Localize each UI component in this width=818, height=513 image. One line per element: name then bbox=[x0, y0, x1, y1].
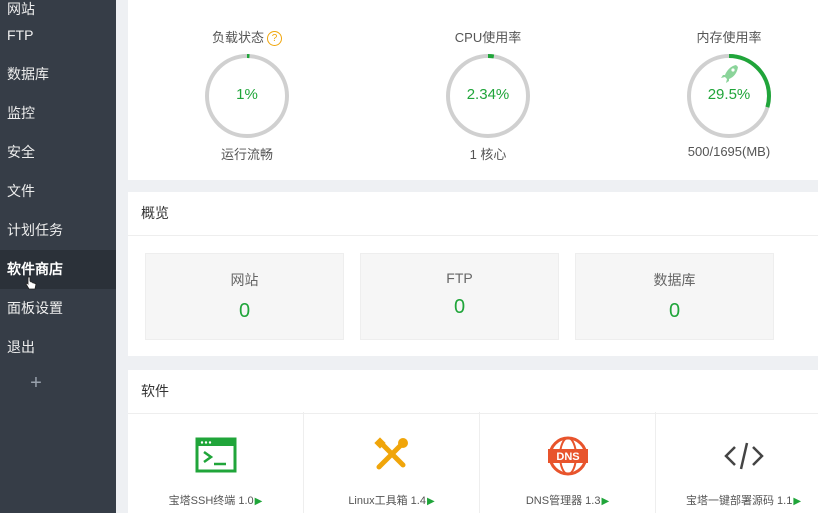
memory-value: 29.5% bbox=[707, 86, 751, 103]
sidebar-item-security[interactable]: 安全 bbox=[0, 133, 116, 172]
sidebar-item-cron[interactable]: 计划任务 bbox=[0, 211, 116, 250]
sidebar-item-monitor[interactable]: 监控 bbox=[0, 94, 116, 133]
stat-value[interactable]: 0 bbox=[361, 296, 558, 319]
memory-detail: 500/1695(MB) bbox=[687, 144, 771, 159]
software-name: Linux工具箱 1.4 bbox=[348, 495, 426, 507]
stat-card-database[interactable]: 数据库 0 bbox=[575, 253, 774, 340]
software-name: 宝塔一键部署源码 1.1 bbox=[685, 495, 793, 507]
memory-usage: 内存使用率 29.5% 500/1695(MB) bbox=[669, 28, 789, 159]
play-icon[interactable]: ▶ bbox=[255, 496, 263, 507]
cpu-usage: CPU使用率 2.34% 1 核心 bbox=[428, 28, 548, 163]
cpu-cores: 1 核心 bbox=[469, 147, 507, 162]
stat-value[interactable]: 0 bbox=[576, 300, 773, 323]
stat-value[interactable]: 0 bbox=[146, 300, 343, 323]
software-name: 宝塔SSH终端 1.0 bbox=[168, 495, 254, 507]
stat-card-website[interactable]: 网站 0 bbox=[145, 253, 344, 340]
sidebar-menu: 网站 FTP 数据库 监控 安全 文件 计划任务 软件商店 面板设置 退出 bbox=[0, 1, 116, 367]
memory-title: 内存使用率 bbox=[696, 30, 762, 45]
sidebar-item-ftp[interactable]: FTP bbox=[0, 16, 116, 55]
svg-text:DNS: DNS bbox=[556, 451, 579, 463]
sidebar: 网站 FTP 数据库 监控 安全 文件 计划任务 软件商店 面板设置 退出 + bbox=[0, 0, 116, 513]
software-item-one-click-deploy[interactable]: 宝塔一键部署源码 1.1▶ bbox=[656, 412, 818, 513]
load-gauge[interactable]: 1% bbox=[203, 52, 291, 140]
software-item-linux-toolbox[interactable]: Linux工具箱 1.4▶ bbox=[304, 412, 480, 513]
stat-label: 网站 bbox=[230, 272, 259, 288]
tools-icon bbox=[373, 437, 408, 470]
overview-panel: 概览 网站 0 FTP 0 数据库 0 bbox=[128, 192, 818, 356]
software-name: DNS管理器 1.3 bbox=[525, 495, 601, 507]
load-value: 1% bbox=[236, 86, 258, 103]
software-title: 软件 bbox=[128, 370, 818, 414]
code-icon bbox=[723, 442, 764, 470]
pointer-cursor-icon bbox=[25, 276, 37, 290]
status-panel: 负载状态? 1% 运行流畅 CPU使用率 2.34% 1 核心 内存使用率 29… bbox=[128, 0, 818, 180]
play-icon[interactable]: ▶ bbox=[601, 496, 609, 507]
main-content: 负载状态? 1% 运行流畅 CPU使用率 2.34% 1 核心 内存使用率 29… bbox=[116, 0, 818, 513]
stat-label: FTP bbox=[446, 270, 473, 286]
stat-card-ftp[interactable]: FTP 0 bbox=[360, 253, 559, 340]
sidebar-item-panel-settings[interactable]: 面板设置 bbox=[0, 289, 116, 328]
overview-title: 概览 bbox=[128, 192, 818, 236]
play-icon[interactable]: ▶ bbox=[427, 496, 435, 507]
stat-label: 数据库 bbox=[653, 272, 696, 288]
rocket-icon bbox=[721, 65, 738, 83]
help-icon[interactable]: ? bbox=[267, 31, 282, 47]
play-icon[interactable]: ▶ bbox=[793, 496, 801, 507]
load-status: 负载状态? 1% 运行流畅 bbox=[187, 28, 307, 163]
sidebar-item-database[interactable]: 数据库 bbox=[0, 55, 116, 94]
dns-icon: DNS bbox=[547, 436, 588, 476]
sidebar-item-website[interactable]: 网站 bbox=[7, 0, 35, 19]
software-item-ssh-terminal[interactable]: 宝塔SSH终端 1.0▶ bbox=[128, 412, 304, 513]
sidebar-item-software-store[interactable]: 软件商店 bbox=[0, 250, 116, 289]
cpu-title: CPU使用率 bbox=[454, 30, 522, 45]
terminal-icon bbox=[195, 437, 236, 473]
cpu-gauge[interactable]: 2.34% bbox=[444, 52, 532, 140]
sidebar-item-files[interactable]: 文件 bbox=[0, 172, 116, 211]
memory-gauge[interactable]: 29.5% bbox=[685, 52, 773, 140]
cpu-value: 2.34% bbox=[466, 86, 510, 103]
load-title: 负载状态 bbox=[211, 30, 264, 45]
software-panel: 软件 宝塔SSH终端 1.0▶ Linux工具箱 1.4▶ DNS DNS管理器… bbox=[128, 370, 818, 513]
software-item-dns-manager[interactable]: DNS DNS管理器 1.3▶ bbox=[480, 412, 656, 513]
sidebar-item-logout[interactable]: 退出 bbox=[0, 328, 116, 367]
load-status-text: 运行流畅 bbox=[220, 147, 273, 162]
add-menu-button[interactable]: + bbox=[0, 372, 72, 395]
